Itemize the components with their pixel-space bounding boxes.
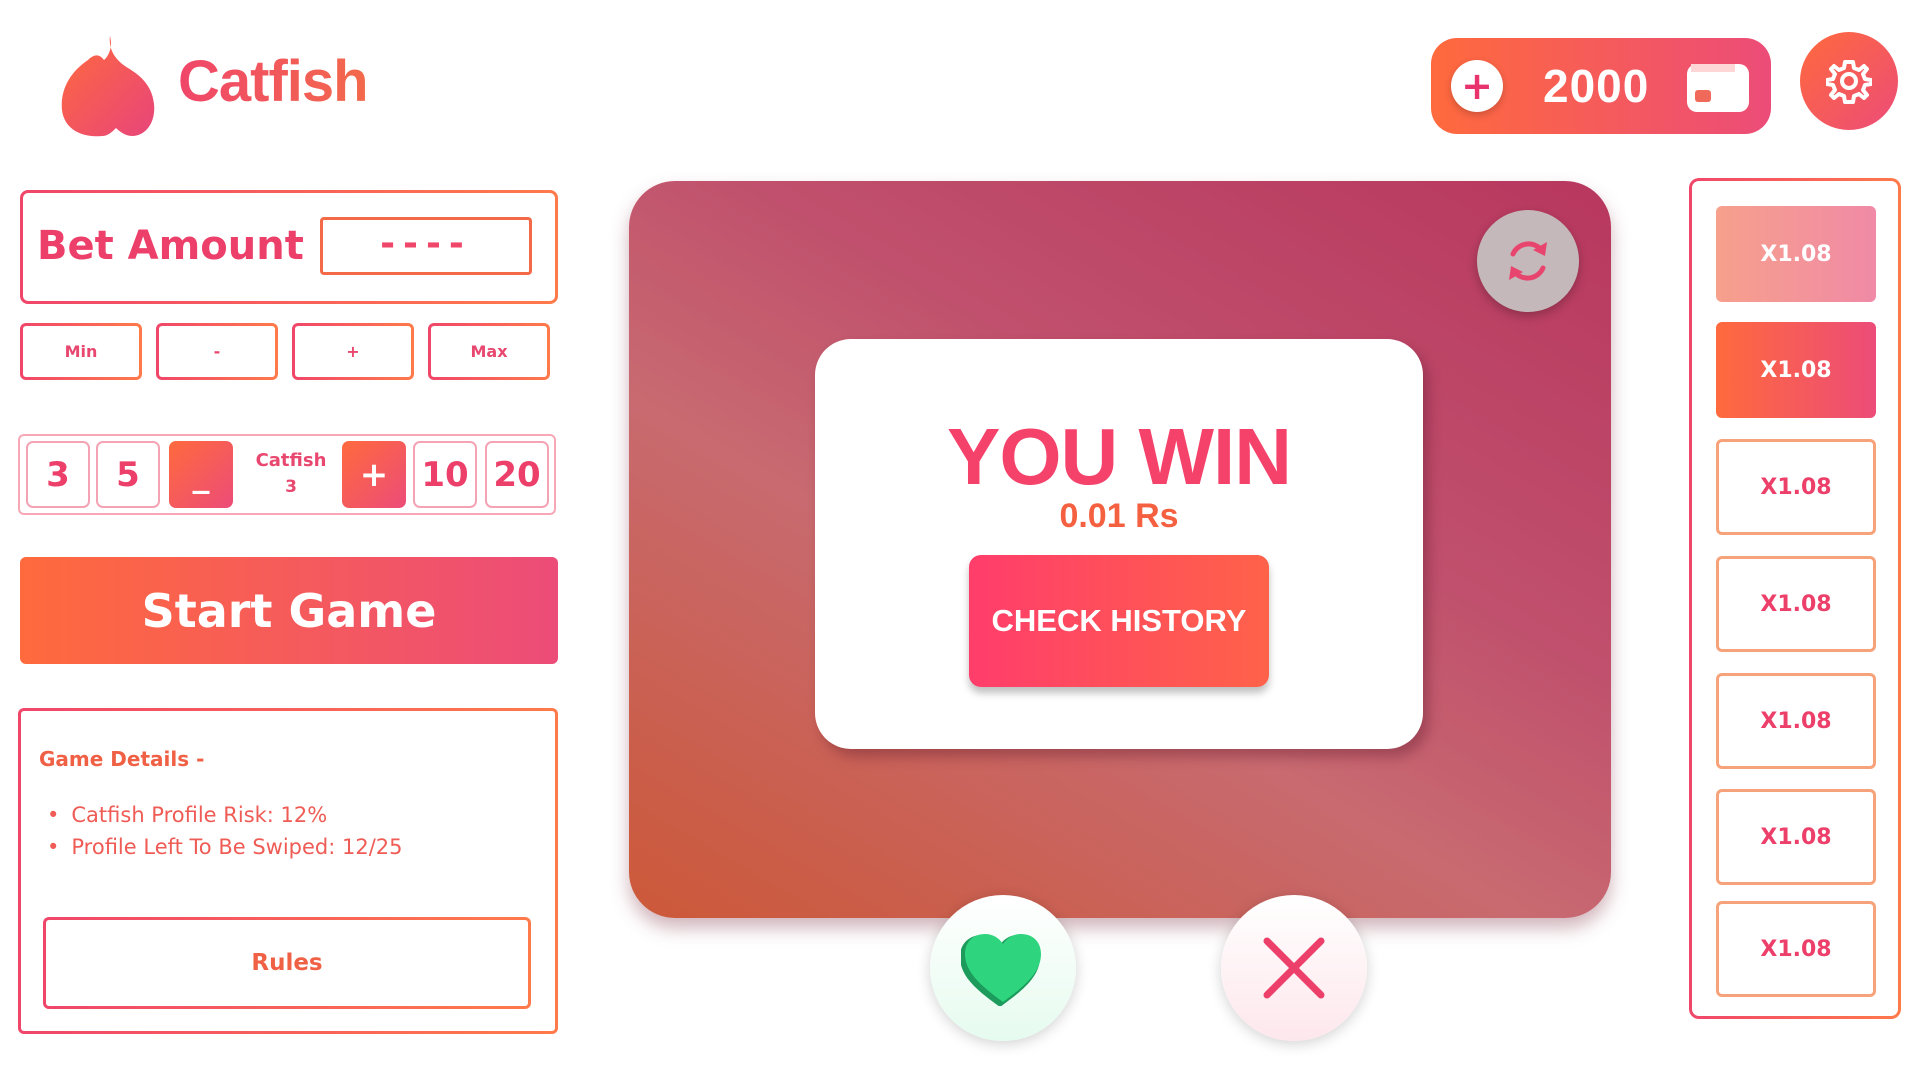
refresh-button[interactable] bbox=[1477, 210, 1579, 312]
wallet-balance-value: 2000 bbox=[1543, 60, 1650, 112]
multiplier-step: X1.08 bbox=[1716, 439, 1876, 535]
catfish-option-3[interactable]: 3 bbox=[26, 441, 90, 508]
catfish-option-10[interactable]: 10 bbox=[413, 441, 477, 508]
like-button[interactable] bbox=[930, 895, 1076, 1041]
catfish-option-5[interactable]: 5 bbox=[96, 441, 160, 508]
check-history-button[interactable]: CHECK HISTORY bbox=[969, 555, 1269, 687]
bet-max-button[interactable]: Max bbox=[428, 323, 550, 380]
close-icon bbox=[1263, 937, 1325, 999]
bet-decrease-button[interactable]: - bbox=[156, 323, 278, 380]
wallet-balance-panel: + 2000 bbox=[1431, 38, 1771, 134]
settings-button[interactable] bbox=[1800, 32, 1898, 130]
multiplier-step: X1.08 bbox=[1716, 322, 1876, 418]
flame-logo-icon bbox=[61, 36, 155, 137]
bet-adjust-row: Min - + Max bbox=[20, 323, 550, 380]
game-details-title: Game Details - bbox=[39, 747, 205, 771]
catfish-increase-button[interactable]: + bbox=[342, 441, 406, 508]
multiplier-ladder: X1.08 X1.08 X1.08 X1.08 X1.08 X1.08 X1.0… bbox=[1689, 178, 1901, 1019]
multiplier-step: X1.08 bbox=[1716, 556, 1876, 652]
catfish-count-value: 3 bbox=[285, 477, 297, 497]
multiplier-step: X1.08 bbox=[1716, 901, 1876, 997]
add-funds-button[interactable]: + bbox=[1451, 60, 1503, 112]
win-title: YOU WIN bbox=[946, 412, 1292, 501]
bet-amount-input[interactable]: ---- bbox=[320, 217, 532, 275]
game-details-panel: Game Details - Catfish Profile Risk: 12%… bbox=[18, 708, 558, 1034]
gear-icon bbox=[1826, 60, 1872, 104]
bet-increase-button[interactable]: + bbox=[292, 323, 414, 380]
heart-icon bbox=[961, 934, 1041, 1006]
win-result-modal: YOU WIN 0.01 Rs CHECK HISTORY bbox=[815, 339, 1423, 749]
refresh-icon bbox=[1509, 241, 1547, 281]
profiles-left-item: Profile Left To Be Swiped: 12/25 bbox=[47, 835, 402, 859]
catfish-option-20[interactable]: 20 bbox=[485, 441, 549, 508]
multiplier-step: X1.08 bbox=[1716, 789, 1876, 885]
catfish-decrease-button[interactable]: _ bbox=[169, 441, 233, 508]
rules-button[interactable]: Rules bbox=[43, 917, 531, 1009]
game-details-list: Catfish Profile Risk: 12% Profile Left T… bbox=[47, 803, 403, 867]
bet-min-button[interactable]: Min bbox=[20, 323, 142, 380]
multiplier-step: X1.08 bbox=[1716, 673, 1876, 769]
bet-amount-label: Bet Amount bbox=[37, 223, 304, 269]
catfish-count-selector: 3 5 _ Catfish 3 + 10 20 bbox=[18, 434, 556, 515]
app-brand-title: Catfish bbox=[178, 49, 369, 114]
catfish-count-display: Catfish 3 bbox=[248, 450, 334, 497]
start-game-button[interactable]: Start Game bbox=[20, 557, 558, 664]
bet-amount-panel: Bet Amount ---- bbox=[20, 190, 558, 304]
catfish-risk-item: Catfish Profile Risk: 12% bbox=[47, 803, 403, 827]
reject-button[interactable] bbox=[1221, 895, 1367, 1041]
win-amount: 0.01 Rs bbox=[1059, 497, 1179, 535]
wallet-icon bbox=[1687, 64, 1749, 112]
catfish-count-title: Catfish bbox=[255, 450, 327, 471]
multiplier-step: X1.08 bbox=[1716, 206, 1876, 302]
